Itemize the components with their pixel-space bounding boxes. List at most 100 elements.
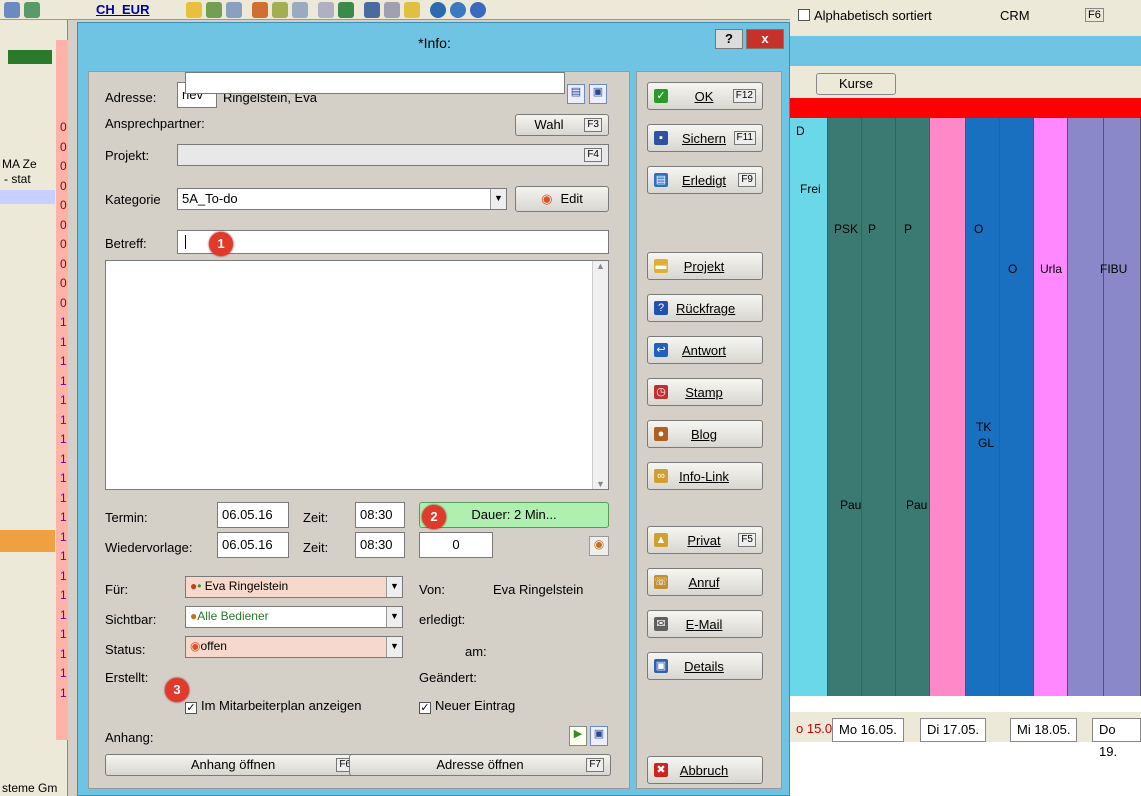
online-icon: • xyxy=(197,579,205,593)
r-ckfrage-button[interactable]: ? Rückfrage xyxy=(647,294,763,322)
help-button[interactable]: ? xyxy=(715,29,743,49)
sync-icon[interactable] xyxy=(450,2,466,18)
anhang-oeffnen-button[interactable]: Anhang öffnen F6 xyxy=(105,754,361,776)
calendar-column[interactable] xyxy=(790,118,828,696)
currency-label[interactable]: CH_EUR xyxy=(96,2,149,17)
scroll-up-icon[interactable]: ▲ xyxy=(593,261,608,271)
anruf-button[interactable]: ☏ Anruf xyxy=(647,568,763,596)
calendar-entry[interactable]: P xyxy=(868,222,876,236)
lock-icon[interactable] xyxy=(404,2,420,18)
adresse-oeffnen-button[interactable]: Adresse öffnen F7 xyxy=(349,754,611,776)
calendar-column[interactable] xyxy=(1034,118,1068,696)
projekt-field[interactable]: F4 xyxy=(177,144,609,166)
alphabetical-checkbox[interactable]: Alphabetisch sortiert xyxy=(798,8,932,23)
erledigt-button[interactable]: ▤ Erledigt F9 xyxy=(647,166,763,194)
table-icon[interactable] xyxy=(24,2,40,18)
privat-button[interactable]: ▲ Privat F5 xyxy=(647,526,763,554)
calendar-entry[interactable]: FIBU xyxy=(1100,262,1127,276)
mitarbeiterplan-checkbox[interactable]: ✓ Im Mitarbeiterplan anzeigen xyxy=(185,698,361,714)
calendar-entry[interactable]: TK xyxy=(976,420,991,434)
calendar-entry[interactable]: GL xyxy=(978,436,994,450)
info-link-button[interactable]: ∞ Info-Link xyxy=(647,462,763,490)
calendar-entry[interactable]: O xyxy=(974,222,983,236)
calendar-entry[interactable]: P xyxy=(904,222,912,236)
details-button[interactable]: ▣ Details xyxy=(647,652,763,680)
fuer-dropdown[interactable]: ●• Eva Ringelstein ▼ xyxy=(185,576,403,598)
printer-icon[interactable] xyxy=(384,2,400,18)
cup-icon[interactable] xyxy=(186,2,202,18)
print-icon[interactable] xyxy=(318,2,334,18)
calendar-entry[interactable]: O xyxy=(1008,262,1017,276)
anhang-field[interactable] xyxy=(185,72,565,94)
e-mail-button[interactable]: ✉ E-Mail xyxy=(647,610,763,638)
stamp-button[interactable]: ◷ Stamp xyxy=(647,378,763,406)
betreff-field[interactable] xyxy=(177,230,609,254)
document-icon[interactable] xyxy=(226,2,242,18)
chart-icon[interactable] xyxy=(206,2,222,18)
kurse-button[interactable]: Kurse xyxy=(816,73,896,95)
calendar-column[interactable] xyxy=(930,118,966,696)
calendar-entry[interactable]: Pau xyxy=(906,498,927,512)
page-icon[interactable] xyxy=(4,2,20,18)
clock-icon: ◷ xyxy=(654,385,668,399)
status-number: 1 xyxy=(60,373,67,388)
termin-date-field[interactable]: 06.05.16 xyxy=(217,502,289,528)
wiedervorlage-count-field[interactable]: 0 xyxy=(419,532,493,558)
help-icon[interactable] xyxy=(470,2,486,18)
calendar-entry[interactable]: Frei xyxy=(800,182,821,196)
date-button[interactable]: Do 19. xyxy=(1092,718,1141,759)
termin-time-field[interactable]: 08:30 xyxy=(355,502,405,528)
notes-scrollbar[interactable]: ▲ ▼ xyxy=(592,261,608,489)
orange-row xyxy=(0,530,55,552)
antwort-button[interactable]: ↩ Antwort xyxy=(647,336,763,364)
address-book-icon[interactable]: ▣ xyxy=(590,726,608,746)
calendar-column[interactable] xyxy=(828,118,862,696)
calendar-entry[interactable]: D xyxy=(796,124,805,138)
ok-button[interactable]: ✓ OK F12 xyxy=(647,82,763,110)
wiedervorlage-date-field[interactable]: 06.05.16 xyxy=(217,532,289,558)
button-label: Blog xyxy=(690,427,718,442)
abbruch-button[interactable]: ✖ Abbruch xyxy=(647,756,763,784)
calendar-entry[interactable]: Pau xyxy=(840,498,861,512)
address-book-icon[interactable]: ▣ xyxy=(589,84,607,104)
kategorie-dropdown[interactable]: 5A_To-do ▼ xyxy=(177,188,507,210)
calendar-icon[interactable] xyxy=(338,2,354,18)
users-icon[interactable] xyxy=(252,2,268,18)
calendar-entry[interactable]: Urla xyxy=(1040,262,1062,276)
calendar-column[interactable] xyxy=(896,118,930,696)
projekt-button[interactable]: ▬ Projekt xyxy=(647,252,763,280)
dauer-button[interactable]: Dauer: 2 Min... xyxy=(419,502,609,528)
window-icon[interactable] xyxy=(364,2,380,18)
red-banner xyxy=(790,98,1141,118)
close-button[interactable]: x xyxy=(746,29,784,49)
calendar-entry[interactable]: PSK xyxy=(834,222,858,236)
print-icon[interactable]: ▤ xyxy=(567,84,585,104)
neuer-eintrag-checkbox[interactable]: ✓ Neuer Eintrag xyxy=(419,698,515,714)
scroll-down-icon[interactable]: ▼ xyxy=(593,479,608,489)
list-icon[interactable] xyxy=(292,2,308,18)
group-icon[interactable] xyxy=(272,2,288,18)
calendar-column[interactable] xyxy=(966,118,1000,696)
wahl-button[interactable]: Wahl F3 xyxy=(515,114,609,136)
notes-textarea[interactable]: ▲ ▼ xyxy=(105,260,609,490)
open-folder-icon[interactable]: ▶ xyxy=(569,726,587,746)
blog-button[interactable]: ● Blog xyxy=(647,420,763,448)
globe-icon[interactable] xyxy=(430,2,446,18)
date-button[interactable]: Mo 16.05. xyxy=(832,718,904,742)
date-button[interactable]: Mi 18.05. xyxy=(1010,718,1078,742)
date-button[interactable]: Di 17.05. xyxy=(920,718,987,742)
crm-tab[interactable]: CRM xyxy=(1000,8,1030,23)
zeit-label: Zeit: xyxy=(303,540,329,555)
status-number: 1 xyxy=(60,568,67,583)
termin-label: Termin: xyxy=(105,510,148,525)
wiedervorlage-time-field[interactable]: 08:30 xyxy=(355,532,405,558)
calendar-column[interactable] xyxy=(1068,118,1104,696)
sichtbar-dropdown[interactable]: ●Alle Bediener ▼ xyxy=(185,606,403,628)
status-dropdown[interactable]: ◉offen ▼ xyxy=(185,636,403,658)
reminder-icon[interactable]: ◉ xyxy=(589,536,609,556)
calendar-column[interactable] xyxy=(1000,118,1034,696)
calendar-column[interactable] xyxy=(862,118,896,696)
calendar-column[interactable] xyxy=(1104,118,1141,696)
edit-button[interactable]: ◉ Edit xyxy=(515,186,609,212)
sichern-button[interactable]: ▪ Sichern F11 xyxy=(647,124,763,152)
